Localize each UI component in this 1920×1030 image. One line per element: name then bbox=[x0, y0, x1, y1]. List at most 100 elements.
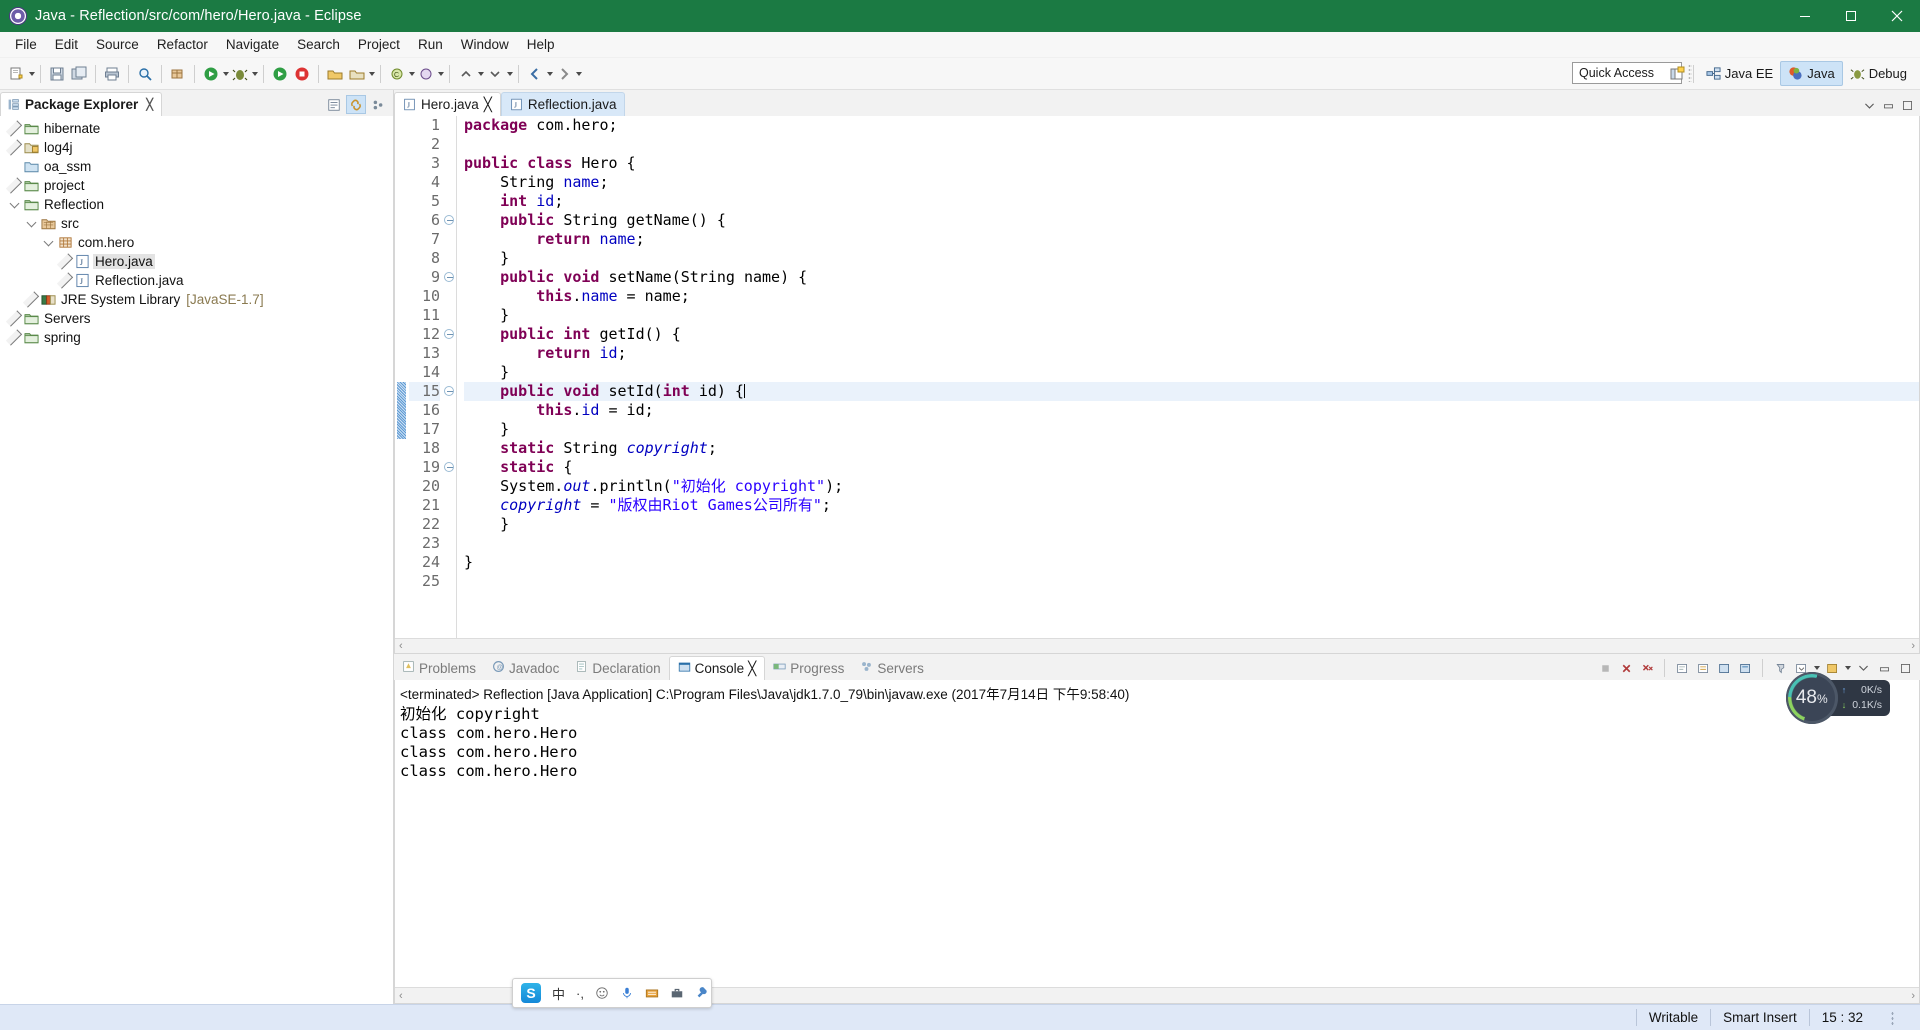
chevron-right-icon[interactable] bbox=[56, 272, 74, 289]
bottom-tab-declaration[interactable]: Declaration bbox=[567, 656, 668, 680]
link-with-editor-icon[interactable] bbox=[346, 95, 366, 114]
status-resize-grip[interactable] bbox=[1891, 1010, 1894, 1025]
remove-launch-icon[interactable] bbox=[1617, 659, 1635, 677]
menu-file[interactable]: File bbox=[6, 35, 46, 54]
bottom-tab-servers[interactable]: Servers bbox=[852, 656, 932, 680]
tree-item-project[interactable]: project bbox=[0, 176, 393, 195]
perspective-java-ee[interactable]: Java EE bbox=[1699, 61, 1780, 86]
fold-collapse-icon[interactable] bbox=[444, 386, 454, 396]
code-line[interactable]: } bbox=[464, 363, 1919, 382]
next-annotation-dropdown-icon[interactable] bbox=[507, 71, 513, 76]
code-line[interactable]: return name; bbox=[464, 230, 1919, 249]
sogou-logo-icon[interactable]: S bbox=[521, 983, 541, 1003]
toolbox-icon[interactable] bbox=[670, 986, 684, 1000]
code-line[interactable]: public String getName() { bbox=[464, 211, 1919, 230]
microphone-icon[interactable] bbox=[620, 986, 634, 1000]
chevron-right-icon[interactable] bbox=[22, 291, 40, 308]
new-annotation-icon[interactable] bbox=[415, 62, 437, 86]
package-explorer-tree[interactable]: hibernate log4j oa_ssm project Reflection src… bbox=[0, 116, 393, 1004]
ime-toolbar[interactable]: S 中 ·, bbox=[512, 978, 712, 1008]
code-line[interactable]: this.name = name; bbox=[464, 287, 1919, 306]
run-as-server-icon[interactable] bbox=[269, 62, 291, 86]
new-wizard-dropdown-icon[interactable] bbox=[29, 71, 35, 76]
menu-navigate[interactable]: Navigate bbox=[217, 35, 288, 54]
tree-item-com-hero[interactable]: com.hero bbox=[0, 233, 393, 252]
chevron-right-icon[interactable] bbox=[5, 139, 23, 156]
console-output[interactable]: 初始化 copyright class com.hero.Hero class co… bbox=[395, 705, 1919, 781]
scroll-lock-icon[interactable] bbox=[1694, 659, 1712, 677]
code-line[interactable]: } bbox=[464, 515, 1919, 534]
maximize-icon[interactable] bbox=[1901, 99, 1914, 112]
previous-annotation-icon[interactable] bbox=[455, 62, 477, 86]
tree-item-servers[interactable]: Servers bbox=[0, 309, 393, 328]
scroll-left-icon[interactable]: ‹ bbox=[399, 640, 403, 652]
forward-dropdown-icon[interactable] bbox=[576, 71, 582, 76]
editor-horizontal-scrollbar[interactable]: ‹ › bbox=[395, 638, 1919, 653]
run-icon[interactable] bbox=[200, 62, 222, 86]
chevron-down-icon[interactable] bbox=[1814, 666, 1820, 670]
close-icon[interactable]: ╳ bbox=[484, 97, 492, 113]
tree-item-jre-system-library[interactable]: JRE System Library [JavaSE-1.7] bbox=[0, 290, 393, 309]
chevron-down-icon[interactable] bbox=[6, 198, 22, 208]
code-line[interactable]: int id; bbox=[464, 192, 1919, 211]
tree-item-reflection-java[interactable]: J Reflection.java bbox=[0, 271, 393, 290]
code-editor[interactable]: 1 2 3 4 5 6 7 8 9 10 11 12 13 14 15 16 17 18 19 20 21 22 23 24 2… bbox=[394, 116, 1920, 654]
clear-console-icon[interactable] bbox=[1673, 659, 1691, 677]
menu-help[interactable]: Help bbox=[518, 35, 564, 54]
menu-edit[interactable]: Edit bbox=[46, 35, 87, 54]
maximize-icon[interactable] bbox=[1896, 659, 1914, 677]
close-button[interactable] bbox=[1874, 0, 1920, 32]
code-line[interactable]: this.id = id; bbox=[464, 401, 1919, 420]
terminate-icon[interactable] bbox=[1596, 659, 1614, 677]
chevron-right-icon[interactable] bbox=[5, 329, 23, 346]
bottom-tab-progress[interactable]: Progress bbox=[765, 656, 852, 680]
tree-item-oa-ssm[interactable]: oa_ssm bbox=[0, 157, 393, 176]
chevron-down-icon-2[interactable] bbox=[1845, 666, 1851, 670]
word-wrap-icon[interactable] bbox=[1715, 659, 1733, 677]
open-type-icon[interactable] bbox=[324, 62, 346, 86]
perspective-java[interactable]: Java bbox=[1780, 61, 1843, 86]
code-line[interactable]: static String copyright; bbox=[464, 439, 1919, 458]
chevron-right-icon[interactable] bbox=[56, 253, 74, 270]
bottom-tab-problems[interactable]: Problems bbox=[394, 656, 484, 680]
chevron-right-icon[interactable] bbox=[5, 120, 23, 137]
ime-punctuation-toggle[interactable]: ·, bbox=[576, 986, 584, 1001]
view-menu-icon[interactable] bbox=[368, 95, 388, 114]
open-perspective-icon[interactable] bbox=[1666, 62, 1688, 86]
network-speed-widget[interactable]: 48% ↑ 0K/s ↓ 0.1K/s bbox=[1785, 672, 1890, 724]
code-line[interactable]: } bbox=[464, 249, 1919, 268]
tree-item-src[interactable]: src bbox=[0, 214, 393, 233]
menu-source[interactable]: Source bbox=[87, 35, 148, 54]
minimize-button[interactable] bbox=[1782, 0, 1828, 32]
perspective-debug[interactable]: Debug bbox=[1843, 61, 1914, 86]
new-wizard-icon[interactable] bbox=[6, 62, 28, 86]
code-line[interactable]: static { bbox=[464, 458, 1919, 477]
close-icon[interactable]: ╳ bbox=[748, 661, 756, 677]
fold-collapse-icon[interactable] bbox=[444, 272, 454, 282]
console-view[interactable]: <terminated> Reflection [Java Applicatio… bbox=[394, 680, 1920, 1004]
new-java-package-icon[interactable] bbox=[167, 62, 189, 86]
tab-package-explorer[interactable]: Package Explorer ╳ bbox=[0, 92, 162, 116]
show-console-on-output-icon[interactable] bbox=[1736, 659, 1754, 677]
chevron-down-icon[interactable] bbox=[23, 217, 39, 227]
folding-ruler[interactable] bbox=[443, 116, 457, 638]
maximize-button[interactable] bbox=[1828, 0, 1874, 32]
save-all-icon[interactable] bbox=[68, 62, 90, 86]
fold-collapse-icon[interactable] bbox=[444, 329, 454, 339]
tree-item-hibernate[interactable]: hibernate bbox=[0, 119, 393, 138]
external-tools-dropdown-icon[interactable] bbox=[369, 71, 375, 76]
code-line[interactable]: package com.hero; bbox=[464, 116, 1919, 135]
bottom-tab-console[interactable]: Console ╳ bbox=[668, 656, 766, 680]
scroll-right-icon[interactable]: › bbox=[1911, 640, 1915, 652]
collapse-all-icon[interactable] bbox=[324, 95, 344, 114]
chevron-down-icon[interactable] bbox=[40, 236, 56, 246]
stop-icon[interactable] bbox=[291, 62, 313, 86]
chevron-right-icon[interactable] bbox=[5, 177, 23, 194]
chevron-down-icon[interactable] bbox=[1863, 99, 1876, 112]
tree-item-log4j[interactable]: log4j bbox=[0, 138, 393, 157]
code-line[interactable]: System.out.println("初始化 copyright"); bbox=[464, 477, 1919, 496]
keyboard-icon[interactable] bbox=[645, 986, 659, 1000]
code-area[interactable]: 1 2 3 4 5 6 7 8 9 10 11 12 13 14 15 16 17 18 19 20 21 22 23 24 2… bbox=[395, 116, 1919, 638]
editor-tab-reflection-java[interactable]: J Reflection.java bbox=[500, 92, 626, 116]
code-line[interactable]: public void setId(int id) { bbox=[464, 382, 1919, 401]
